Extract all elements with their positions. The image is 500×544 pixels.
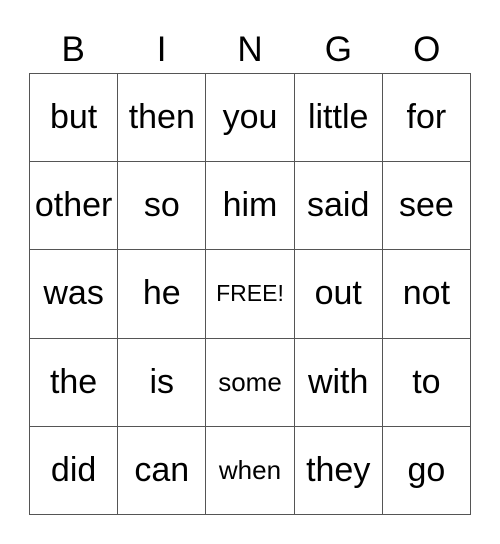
bingo-grid: but then you little for other so him sai…	[29, 73, 471, 515]
bingo-cell[interactable]: but	[30, 74, 119, 163]
bingo-cell[interactable]: him	[206, 162, 295, 251]
bingo-cell[interactable]: not	[382, 250, 471, 339]
bingo-cell[interactable]: when	[206, 426, 295, 515]
bingo-cell[interactable]: said	[294, 162, 383, 251]
bingo-cell[interactable]: he	[118, 250, 207, 339]
bingo-cell[interactable]: see	[382, 162, 471, 251]
bingo-cell[interactable]: was	[30, 250, 119, 339]
bingo-cell[interactable]: they	[294, 426, 383, 515]
bingo-cell[interactable]: so	[118, 162, 207, 251]
bingo-cell[interactable]: little	[294, 74, 383, 163]
bingo-cell[interactable]: other	[30, 162, 119, 251]
header-letter-o: O	[413, 30, 441, 69]
header-letter-g: G	[324, 30, 352, 69]
header-letter-i: I	[156, 30, 167, 69]
bingo-cell[interactable]: the	[30, 338, 119, 427]
bingo-cell[interactable]: you	[206, 74, 295, 163]
bingo-cell[interactable]: is	[118, 338, 207, 427]
free-space-cell[interactable]: FREE!	[206, 250, 295, 339]
bingo-cell[interactable]: go	[382, 426, 471, 515]
bingo-cell[interactable]: for	[382, 74, 471, 163]
bingo-cell[interactable]: did	[30, 426, 119, 515]
bingo-cell[interactable]: then	[118, 74, 207, 163]
bingo-cell[interactable]: some	[206, 338, 295, 427]
bingo-cell[interactable]: with	[294, 338, 383, 427]
bingo-cell[interactable]: out	[294, 250, 383, 339]
header-letter-b: B	[61, 30, 85, 69]
bingo-cell[interactable]: to	[382, 338, 471, 427]
bingo-cell[interactable]: can	[118, 426, 207, 515]
bingo-header: B I N G O	[29, 28, 471, 72]
header-letter-n: N	[237, 30, 263, 69]
